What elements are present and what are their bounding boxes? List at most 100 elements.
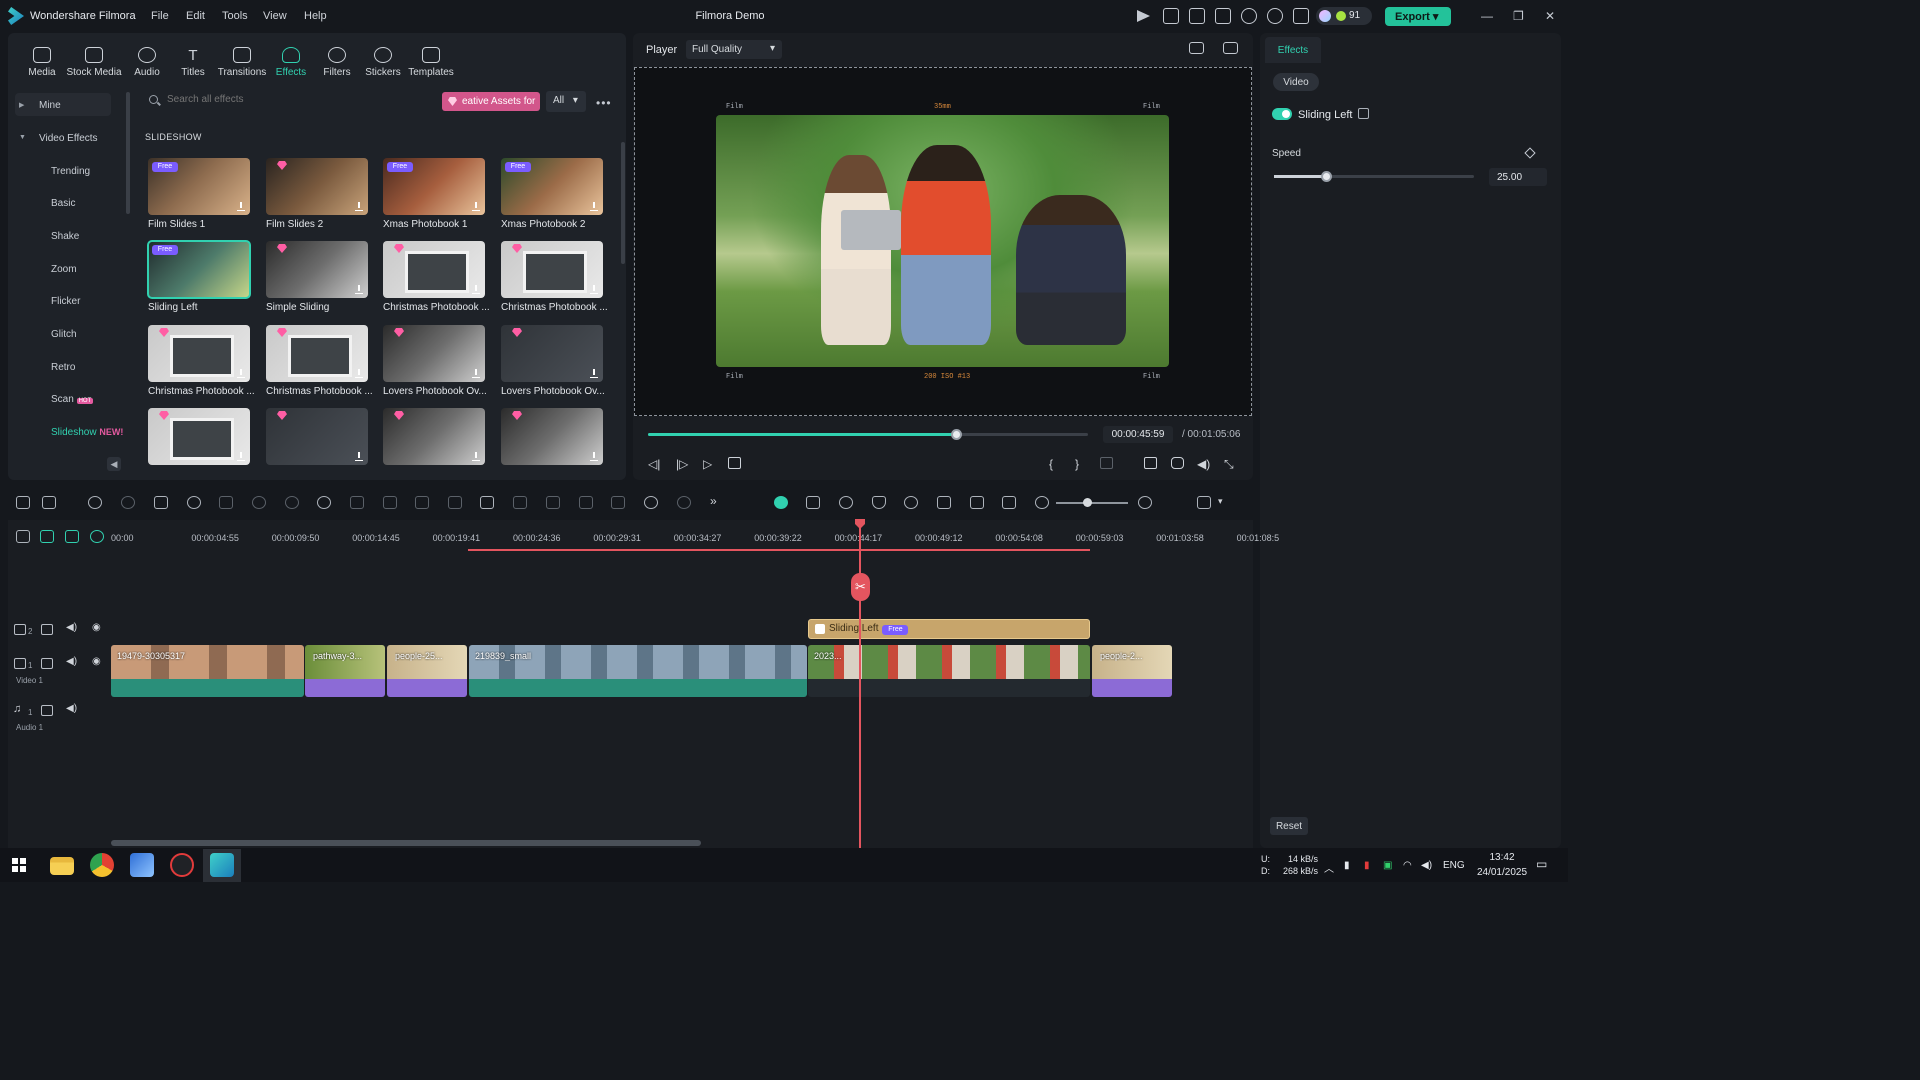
stop-icon[interactable] [728,457,741,469]
language-indicator[interactable]: ENG [1443,860,1465,871]
zoom-slider-track[interactable] [1056,502,1128,504]
headset-icon[interactable] [1267,8,1283,24]
send-icon[interactable] [1137,10,1150,22]
camera-snapshot-icon[interactable] [1171,457,1184,469]
cloud-library-icon[interactable] [1163,8,1179,24]
minimize-icon[interactable]: — [1481,9,1493,23]
speed-timer-icon[interactable] [317,496,331,509]
volume-icon[interactable]: ◀) [66,703,77,714]
audio-mixer-icon[interactable] [937,496,951,509]
video-clip[interactable]: 19479-30305317 [111,645,304,697]
photo-app-icon[interactable] [130,853,154,877]
windows-start-icon[interactable] [12,858,26,872]
playhead[interactable] [859,521,861,849]
chevron-right-icon[interactable]: ▶ [19,101,24,109]
image-clip[interactable]: pathway-3... [305,645,385,697]
sidebar-item-zoom[interactable]: Zoom [51,264,77,275]
volume-icon[interactable]: ◀) [66,622,77,633]
sidebar-item-flicker[interactable]: Flicker [51,296,80,307]
credits-badge[interactable]: 91 [1316,7,1372,25]
sidebar-scrollbar[interactable] [126,92,130,214]
lock-icon[interactable] [41,658,53,669]
magnet-icon[interactable] [90,530,104,543]
export-button[interactable]: Export ▾ [1385,7,1451,26]
image-clip[interactable]: people-2... [1092,645,1172,697]
chevron-down-icon[interactable]: ▾ [1218,496,1223,507]
progress-handle[interactable] [951,429,962,440]
audio-ducking-icon[interactable] [611,496,625,509]
fit-timeline-icon[interactable] [1002,496,1016,509]
filter-dropdown[interactable]: All ▾ [546,91,586,112]
mark-out-icon[interactable]: } [1075,457,1079,471]
ai-speed-icon[interactable] [644,496,658,509]
grid-view-icon[interactable] [1189,42,1204,54]
play-icon[interactable]: ▷ [703,457,712,471]
stabilize-icon[interactable] [546,496,560,509]
link-icon[interactable] [40,530,54,543]
snapshot-image-icon[interactable] [1223,42,1238,54]
add-track-icon[interactable] [16,530,30,543]
file-explorer-icon[interactable] [50,857,74,875]
save-icon[interactable] [1215,8,1231,24]
playback-progress[interactable] [648,429,1088,440]
auto-highlight-icon[interactable] [839,496,853,509]
effect-enable-toggle[interactable] [1272,108,1292,120]
quality-dropdown[interactable]: Full Quality ▾ [686,40,782,59]
volume-icon[interactable]: ◀) [66,656,77,667]
track-layout-icon[interactable] [1197,496,1211,509]
pip-icon[interactable] [970,496,984,509]
effects-scrollbar[interactable] [621,142,625,264]
chrome-icon[interactable] [90,853,114,877]
recording-tray-icon[interactable]: ▮ [1364,860,1370,871]
chevron-up-icon[interactable]: ︿ [1324,860,1334,875]
mask-icon[interactable] [383,496,397,509]
slider-handle[interactable] [1321,171,1332,182]
delete-icon[interactable] [154,496,168,509]
eye-icon[interactable]: ◉ [92,656,101,667]
motion-tracking-icon[interactable] [513,496,527,509]
fullscreen-icon[interactable]: ⤡ [1224,457,1234,472]
reset-button[interactable]: Reset [1270,817,1308,835]
creative-assets-button[interactable]: eative Assets for [442,92,540,111]
restore-icon[interactable]: ❐ [1513,9,1524,23]
color-icon[interactable] [285,496,299,509]
undo-icon[interactable] [88,496,102,509]
filmora-taskbar-icon[interactable] [210,853,234,877]
freeze-frame-icon[interactable] [350,496,364,509]
sidebar-item-retro[interactable]: Retro [51,362,75,373]
effect-clip-sliding-left[interactable]: Sliding Left Free [808,619,1090,639]
cloud-upload-icon[interactable] [1241,8,1257,24]
more-tools-icon[interactable]: » [710,494,717,508]
microphone-icon[interactable] [904,496,918,509]
apps-grid-icon[interactable] [1293,8,1309,24]
split-at-playhead-button[interactable]: ✂ [851,573,870,601]
clock-time[interactable]: 13:42 [1480,852,1524,863]
tab-media[interactable]: Media [12,47,72,78]
video-clip[interactable]: 219839_small [469,645,807,697]
lock-icon[interactable] [41,705,53,716]
speed-slider[interactable] [1274,171,1474,182]
adjust-icon[interactable] [415,496,429,509]
previous-frame-icon[interactable]: ◁| [648,457,660,471]
notification-icon[interactable]: ▭ [1536,857,1547,871]
sidebar-item-shake[interactable]: Shake [51,231,79,242]
mark-in-icon[interactable]: { [1049,457,1053,471]
chroma-key-icon[interactable] [579,496,593,509]
collapse-sidebar-button[interactable]: ◀ [107,457,121,471]
sidebar-item-basic[interactable]: Basic [51,198,75,209]
display-icon[interactable] [1144,457,1157,469]
search-box[interactable] [143,90,438,112]
clock-date[interactable]: 24/01/2025 [1474,867,1530,878]
monitor-icon[interactable] [1189,8,1205,24]
tab-templates[interactable]: Templates [401,47,461,78]
tab-video[interactable]: Video [1273,73,1319,91]
sidebar-item-glitch[interactable]: Glitch [51,329,77,340]
image-clip[interactable]: people-25... [387,645,467,697]
zoom-slider-handle[interactable] [1083,498,1092,507]
search-input[interactable] [167,94,427,105]
crop-icon[interactable] [219,496,233,509]
snap-toggle-icon[interactable] [774,496,788,509]
sidebar-item-scan[interactable]: Scan HOT [51,394,94,405]
close-icon[interactable]: ✕ [1545,9,1555,23]
lock-icon[interactable] [41,624,53,635]
